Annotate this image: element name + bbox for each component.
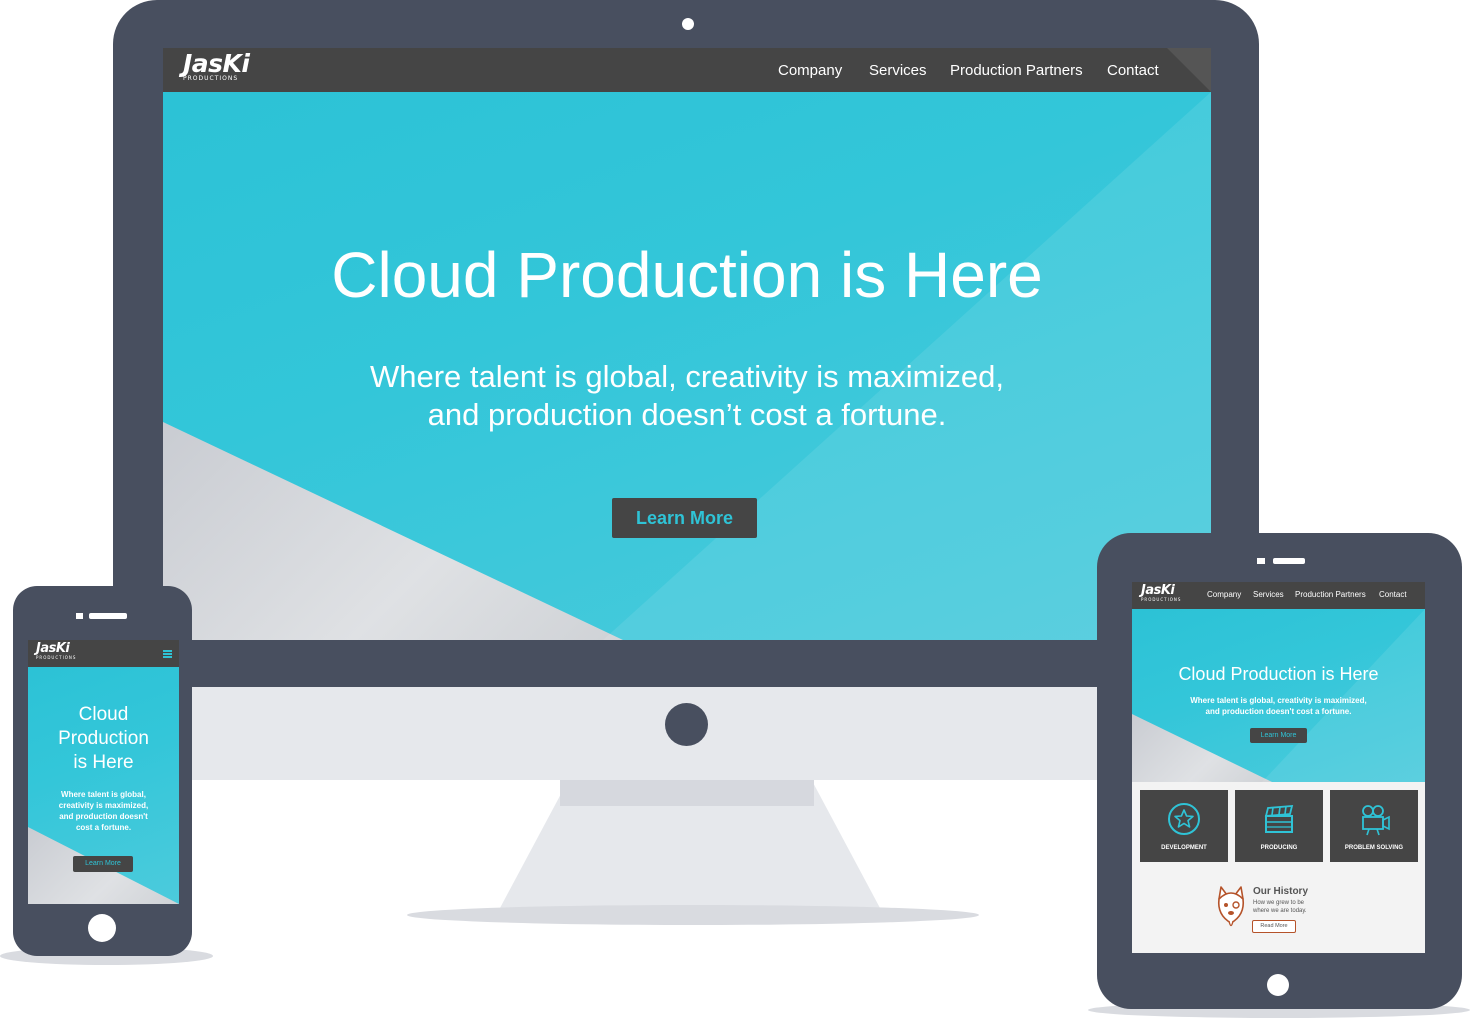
logo-text: JasKi: [183, 49, 250, 78]
monitor-stand-neck-shadow: [560, 780, 814, 806]
hero-title: Cloud Production is Here: [331, 239, 1043, 311]
service-label: PRODUCING: [1260, 845, 1298, 851]
tablet-hero: Cloud Production is Here Where talent is…: [1132, 609, 1425, 782]
read-more-button[interactable]: Read More: [1252, 920, 1296, 933]
history-text-line2: where we are today.: [1253, 908, 1307, 914]
hamburger-icon[interactable]: [163, 650, 172, 658]
nav-services[interactable]: Services: [869, 62, 927, 79]
phone-learn-more-button[interactable]: Learn More: [73, 856, 133, 872]
navbar-corner-accent: [1167, 48, 1211, 92]
phone-hero-subtitle-line3: and production doesn't: [59, 812, 148, 821]
tablet-nav-services[interactable]: Services: [1253, 590, 1284, 599]
star-icon: [1168, 803, 1200, 835]
phone-speaker: [89, 613, 127, 619]
phone-hero-subtitle-line2: creativity is maximized,: [58, 801, 149, 810]
service-card-development[interactable]: DEVELOPMENT: [1140, 790, 1228, 862]
nav-company[interactable]: Company: [778, 62, 842, 79]
desktop-hero: Cloud Production is Here Where talent is…: [163, 92, 1211, 640]
nav-contact[interactable]: Contact: [1107, 62, 1159, 79]
phone-hero-title-line3: is Here: [73, 752, 134, 773]
monitor-camera: [682, 18, 694, 30]
phone-camera: [76, 613, 83, 619]
history-text-line1: How we grew to be: [1253, 900, 1305, 906]
tablet-device: JasKi PRODUCTIONS Company Services Produ…: [1097, 533, 1462, 1009]
tablet-hero-subtitle-line2: and production doesn't cost a fortune.: [1205, 707, 1352, 716]
phone-hero-title-line2: Production: [58, 728, 149, 749]
tablet-logo[interactable]: JasKi PRODUCTIONS: [1141, 584, 1181, 602]
service-card-problem-solving[interactable]: PROBLEM SOLVING: [1330, 790, 1418, 862]
phone-screen: JasKi PRODUCTIONS Cloud Production is He…: [28, 640, 179, 904]
phone-navbar: JasKi PRODUCTIONS: [28, 640, 179, 667]
tablet-learn-more-button[interactable]: Learn More: [1250, 728, 1307, 743]
monitor-base-shadow: [407, 905, 979, 925]
monitor-logo-button: [665, 703, 708, 746]
desktop-navbar: JasKi PRODUCTIONS Company Services Produ…: [163, 48, 1211, 92]
logo-subtext: PRODUCTIONS: [36, 655, 77, 660]
tablet-nav-company[interactable]: Company: [1207, 590, 1241, 599]
phone-hero-title-line1: Cloud: [78, 704, 129, 725]
tablet-nav-contact[interactable]: Contact: [1379, 590, 1407, 599]
phone-hero: Cloud Production is Here Where talent is…: [28, 667, 179, 904]
desktop-logo[interactable]: JasKi PRODUCTIONS: [183, 49, 250, 82]
hero-subtitle-line1: Where talent is global, creativity is ma…: [369, 359, 1004, 394]
tablet-home-button: [1267, 974, 1289, 996]
phone-logo[interactable]: JasKi PRODUCTIONS: [36, 642, 76, 660]
tablet-hero-title: Cloud Production is Here: [1178, 664, 1379, 684]
history-title: Our History: [1253, 886, 1309, 897]
hero-concrete-corner: [163, 422, 623, 640]
phone-device: JasKi PRODUCTIONS Cloud Production is He…: [13, 586, 192, 956]
desktop-screen: JasKi PRODUCTIONS Company Services Produ…: [163, 48, 1211, 640]
hero-concrete-corner: [1132, 714, 1272, 782]
tablet-navbar: JasKi PRODUCTIONS Company Services Produ…: [1132, 582, 1425, 609]
tablet-nav-production-partners[interactable]: Production Partners: [1295, 590, 1366, 599]
service-label: DEVELOPMENT: [1161, 845, 1207, 851]
logo-text: JasKi: [36, 641, 70, 656]
phone-home-button: [88, 914, 116, 942]
hero-subtitle-line2: and production doesn’t cost a fortune.: [427, 397, 947, 432]
logo-subtext: PRODUCTIONS: [1141, 597, 1182, 602]
learn-more-button[interactable]: Learn More: [612, 498, 757, 538]
phone-hero-subtitle-line4: cost a fortune.: [75, 823, 132, 832]
service-card-producing[interactable]: PRODUCING: [1235, 790, 1323, 862]
phone-hero-subtitle-line1: Where talent is global,: [61, 790, 146, 799]
service-label: PROBLEM SOLVING: [1344, 845, 1404, 851]
logo-text: JasKi: [1141, 583, 1175, 598]
tablet-camera: [1257, 558, 1265, 564]
tablet-hero-subtitle-line1: Where talent is global, creativity is ma…: [1190, 696, 1367, 705]
tablet-speaker: [1273, 558, 1305, 564]
clapperboard-icon: [1264, 804, 1294, 833]
husky-mascot-icon: [1217, 886, 1245, 927]
video-camera-icon: [1362, 805, 1390, 836]
nav-production-partners[interactable]: Production Partners: [950, 62, 1083, 79]
desktop-monitor: JasKi PRODUCTIONS Company Services Produ…: [113, 0, 1259, 780]
tablet-screen: JasKi PRODUCTIONS Company Services Produ…: [1132, 582, 1425, 953]
